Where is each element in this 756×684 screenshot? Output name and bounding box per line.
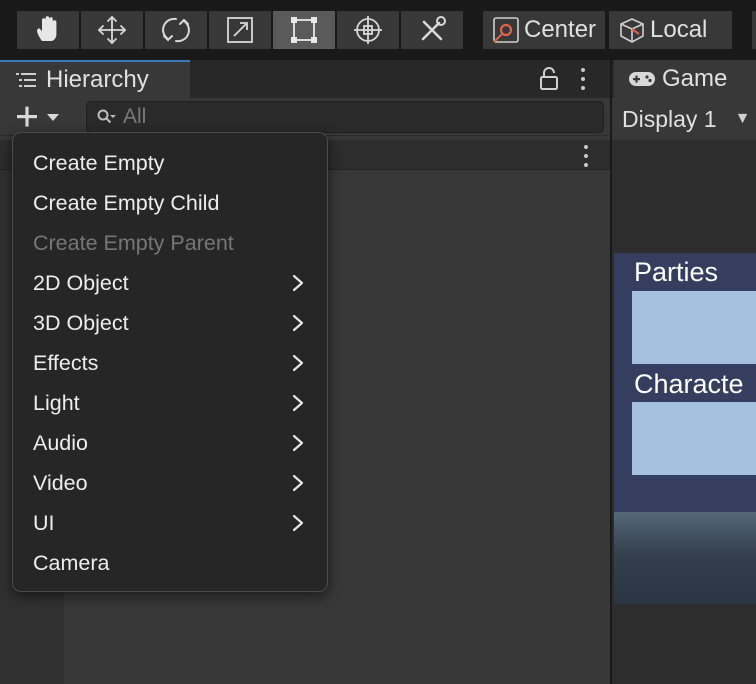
hand-icon — [37, 16, 57, 41]
display-dropdown-icon[interactable]: ▼ — [735, 110, 751, 128]
hierarchy-search-box — [86, 101, 604, 133]
gamepad-icon — [629, 72, 655, 86]
move-icon — [98, 16, 126, 44]
chevron-right-icon — [292, 514, 304, 532]
search-icon — [97, 109, 116, 124]
canvas-panel-characters — [632, 402, 756, 475]
rotate-icon — [162, 17, 190, 43]
tab-game[interactable]: Game — [614, 60, 756, 98]
center-pivot-icon — [493, 17, 519, 43]
scale-tool-button[interactable] — [209, 11, 271, 49]
pivot-mode-label: Center — [524, 16, 597, 43]
menu-item-label: Create Empty Child — [33, 190, 220, 215]
chevron-right-icon — [292, 394, 304, 412]
game-tab-label: Game — [662, 65, 728, 92]
game-tab-bar: Game — [612, 60, 756, 98]
canvas-panel-parties — [632, 291, 756, 364]
rect-tool-button[interactable] — [273, 11, 335, 49]
menu-item-create-empty[interactable]: Create Empty — [13, 143, 327, 183]
chevron-right-icon — [292, 314, 304, 332]
hand-tool-button[interactable] — [17, 11, 79, 49]
menu-item-light[interactable]: Light — [13, 383, 327, 423]
create-dropdown-menu: Create Empty Create Empty Child Create E… — [12, 132, 328, 592]
hierarchy-tab-label: Hierarchy — [46, 66, 149, 93]
menu-item-label: Audio — [33, 430, 88, 455]
transform-tool-button[interactable] — [337, 11, 399, 49]
chevron-right-icon — [292, 274, 304, 292]
menu-item-label: Create Empty Parent — [33, 230, 234, 255]
list-icon — [16, 73, 36, 87]
ui-canvas-preview: Parties Characte — [614, 253, 756, 513]
lock-icon[interactable] — [538, 66, 560, 92]
menu-item-ui[interactable]: UI — [13, 503, 327, 543]
scale-icon — [227, 17, 253, 43]
menu-item-create-empty-child[interactable]: Create Empty Child — [13, 183, 327, 223]
menu-item-label: Camera — [33, 550, 110, 575]
chevron-right-icon — [292, 354, 304, 372]
hierarchy-toolbar — [0, 98, 610, 136]
transform-icon — [354, 16, 382, 44]
hierarchy-tab-bar: Hierarchy — [0, 60, 610, 98]
menu-item-label: Video — [33, 470, 88, 495]
custom-tool-button[interactable] — [401, 11, 463, 49]
menu-item-create-empty-parent: Create Empty Parent — [13, 223, 327, 263]
display-select[interactable]: Display 1 — [622, 106, 717, 133]
create-add-button[interactable] — [6, 102, 68, 132]
pivot-rotation-button[interactable]: Local — [609, 11, 732, 49]
menu-item-video[interactable]: Video — [13, 463, 327, 503]
canvas-label-characters: Characte — [634, 369, 744, 399]
local-cube-icon — [620, 18, 644, 43]
menu-item-effects[interactable]: Effects — [13, 343, 327, 383]
menu-item-label: UI — [33, 510, 55, 535]
canvas-label-parties: Parties — [634, 257, 719, 287]
menu-item-2d-object[interactable]: 2D Object — [13, 263, 327, 303]
rotate-tool-button[interactable] — [145, 11, 207, 49]
menu-item-label: 2D Object — [33, 270, 129, 295]
menu-item-3d-object[interactable]: 3D Object — [13, 303, 327, 343]
tab-hierarchy[interactable]: Hierarchy — [0, 60, 190, 98]
toolbar-overflow-button[interactable] — [752, 11, 756, 49]
game-toolbar: Display 1 ▼ — [612, 98, 756, 140]
move-tool-button[interactable] — [81, 11, 143, 49]
main-toolbar: Center Local — [0, 0, 756, 60]
menu-item-camera[interactable]: Camera — [13, 543, 327, 583]
scene-menu-icon[interactable] — [583, 145, 589, 167]
hierarchy-menu-icon[interactable] — [580, 68, 586, 90]
rect-transform-icon — [291, 17, 317, 43]
plus-dropdown-icon — [17, 106, 59, 127]
game-panel: Game Display 1 ▼ Parties Characte — [612, 60, 756, 684]
menu-item-label: Create Empty — [33, 150, 165, 175]
tools-icon — [421, 16, 446, 41]
menu-item-audio[interactable]: Audio — [13, 423, 327, 463]
search-input[interactable] — [123, 105, 583, 129]
chevron-right-icon — [292, 434, 304, 452]
pivot-rotation-label: Local — [650, 16, 708, 43]
menu-item-label: 3D Object — [33, 310, 129, 335]
menu-item-label: Light — [33, 390, 80, 415]
scene-backdrop — [614, 512, 756, 604]
pivot-mode-button[interactable]: Center — [483, 11, 605, 49]
menu-item-label: Effects — [33, 350, 99, 375]
chevron-right-icon — [292, 474, 304, 492]
